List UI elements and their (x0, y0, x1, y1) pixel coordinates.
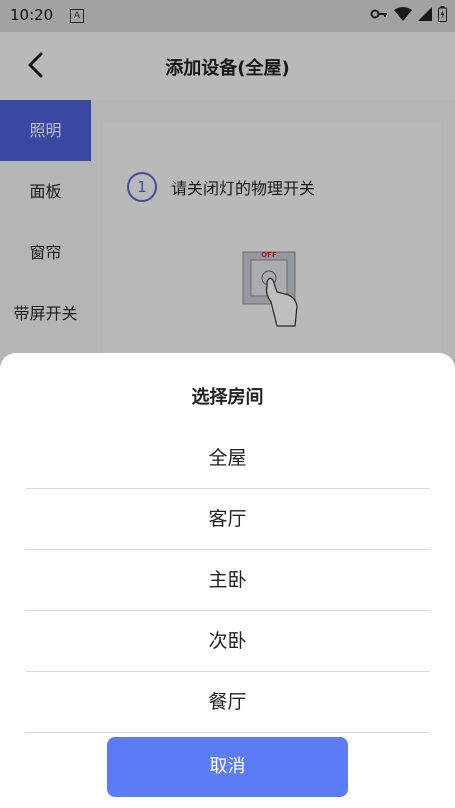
room-option-second-bedroom[interactable]: 次卧 (25, 611, 430, 672)
room-option-dining-room[interactable]: 餐厅 (25, 672, 430, 733)
room-options-list: 全屋 客厅 主卧 次卧 餐厅 (25, 428, 430, 733)
cancel-button[interactable]: 取消 (107, 737, 348, 797)
sheet-title: 选择房间 (191, 387, 264, 408)
room-select-sheet: 选择房间 全屋 客厅 主卧 次卧 餐厅 取消 (0, 353, 455, 808)
room-option-master-bedroom[interactable]: 主卧 (25, 550, 430, 611)
room-option-living-room[interactable]: 客厅 (25, 489, 430, 550)
room-option-whole-house[interactable]: 全屋 (25, 428, 430, 489)
